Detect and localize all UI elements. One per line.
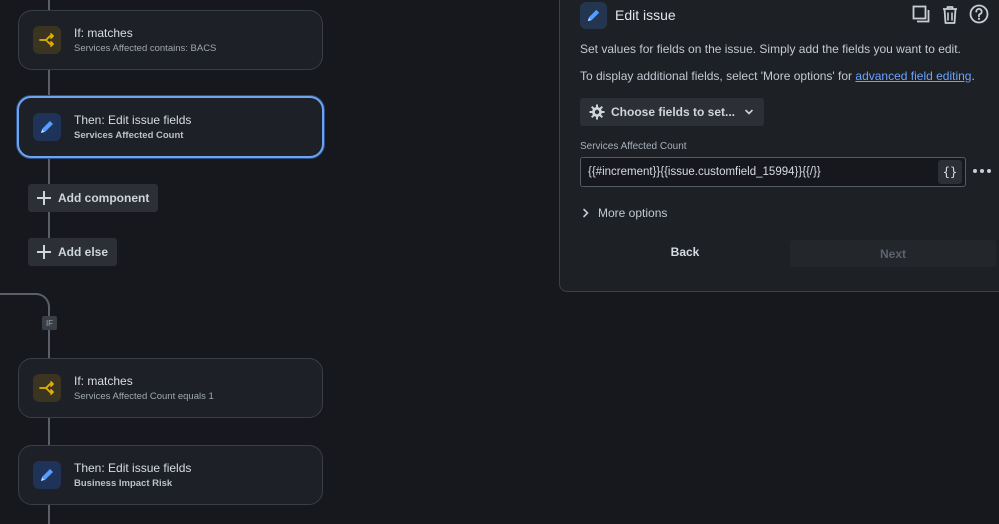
branch-icon: [33, 26, 61, 54]
panel-additional-fields-text: To display additional fields, select 'Mo…: [580, 69, 975, 83]
card-title: Then: Edit issue fields: [74, 461, 192, 475]
pencil-icon: [33, 113, 61, 141]
plus-icon: [36, 244, 52, 260]
action-card-selected[interactable]: Then: Edit issue fields Services Affecte…: [17, 96, 324, 158]
choose-fields-label: Choose fields to set...: [611, 105, 736, 119]
condition-card[interactable]: If: matches Services Affected Count equa…: [18, 358, 323, 418]
next-button[interactable]: Next: [790, 240, 996, 267]
add-component-label: Add component: [58, 191, 150, 205]
connector-line: [48, 330, 50, 358]
card-subtitle: Services Affected Count equals 1: [74, 391, 214, 402]
chevron-right-icon: [582, 208, 590, 218]
card-subtitle: Services Affected Count: [74, 130, 184, 141]
delete-button[interactable]: [939, 3, 961, 25]
plus-icon: [36, 190, 52, 206]
panel-description: Set values for fields on the issue. Simp…: [580, 42, 961, 56]
pencil-icon: [580, 1, 607, 29]
advanced-field-editing-link[interactable]: advanced field editing: [855, 69, 971, 83]
card-subtitle: Business Impact Risk: [74, 478, 173, 489]
more-options-toggle[interactable]: More options: [582, 206, 667, 220]
connector-line: [48, 70, 50, 97]
connector-branch-curve: [18, 293, 50, 317]
additional-suffix: .: [971, 69, 975, 83]
help-button[interactable]: [968, 3, 990, 25]
card-title: Then: Edit issue fields: [74, 113, 192, 127]
gear-icon: [589, 104, 605, 120]
field-label: Services Affected Count: [580, 141, 687, 152]
add-else-label: Add else: [58, 245, 109, 259]
panel-actions: [910, 3, 990, 25]
more-options-label: More options: [598, 206, 668, 220]
card-title: If: matches: [74, 374, 133, 388]
if-branch-badge: IF: [42, 316, 57, 330]
card-title: If: matches: [74, 26, 133, 40]
branch-icon: [33, 374, 61, 402]
action-card[interactable]: Then: Edit issue fields Business Impact …: [18, 445, 323, 505]
add-else-button[interactable]: Add else: [28, 238, 118, 266]
card-subtitle: Services Affected contains: BACS: [74, 43, 217, 54]
choose-fields-dropdown[interactable]: Choose fields to set...: [580, 98, 765, 126]
add-component-button[interactable]: Add component: [28, 184, 159, 212]
duplicate-button[interactable]: [910, 3, 932, 25]
field-value: {{#increment}}{{issue.customfield_15994}…: [588, 166, 821, 178]
dot: [980, 169, 984, 173]
dot: [973, 169, 977, 173]
edit-issue-panel: Edit issue Set values for fields on the …: [559, 0, 999, 292]
back-button[interactable]: Back: [657, 245, 713, 259]
additional-prefix: To display additional fields, select 'Mo…: [580, 69, 856, 83]
connector-line: [48, 0, 50, 10]
panel-title: Edit issue: [615, 7, 676, 23]
connector-line: [48, 505, 50, 524]
duplicate-icon: [912, 5, 930, 23]
pencil-icon: [33, 461, 61, 489]
smart-value-button[interactable]: {}: [938, 160, 962, 184]
dot: [987, 169, 991, 173]
services-affected-count-input[interactable]: {{#increment}}{{issue.customfield_15994}…: [580, 157, 966, 187]
condition-card[interactable]: If: matches Services Affected contains: …: [18, 10, 323, 70]
more-actions-button[interactable]: [971, 162, 993, 180]
chevron-down-icon: [744, 107, 754, 117]
connector-line: [48, 417, 50, 445]
help-icon: [969, 4, 989, 24]
trash-icon: [943, 5, 957, 24]
panel-header: Edit issue: [580, 0, 676, 33]
